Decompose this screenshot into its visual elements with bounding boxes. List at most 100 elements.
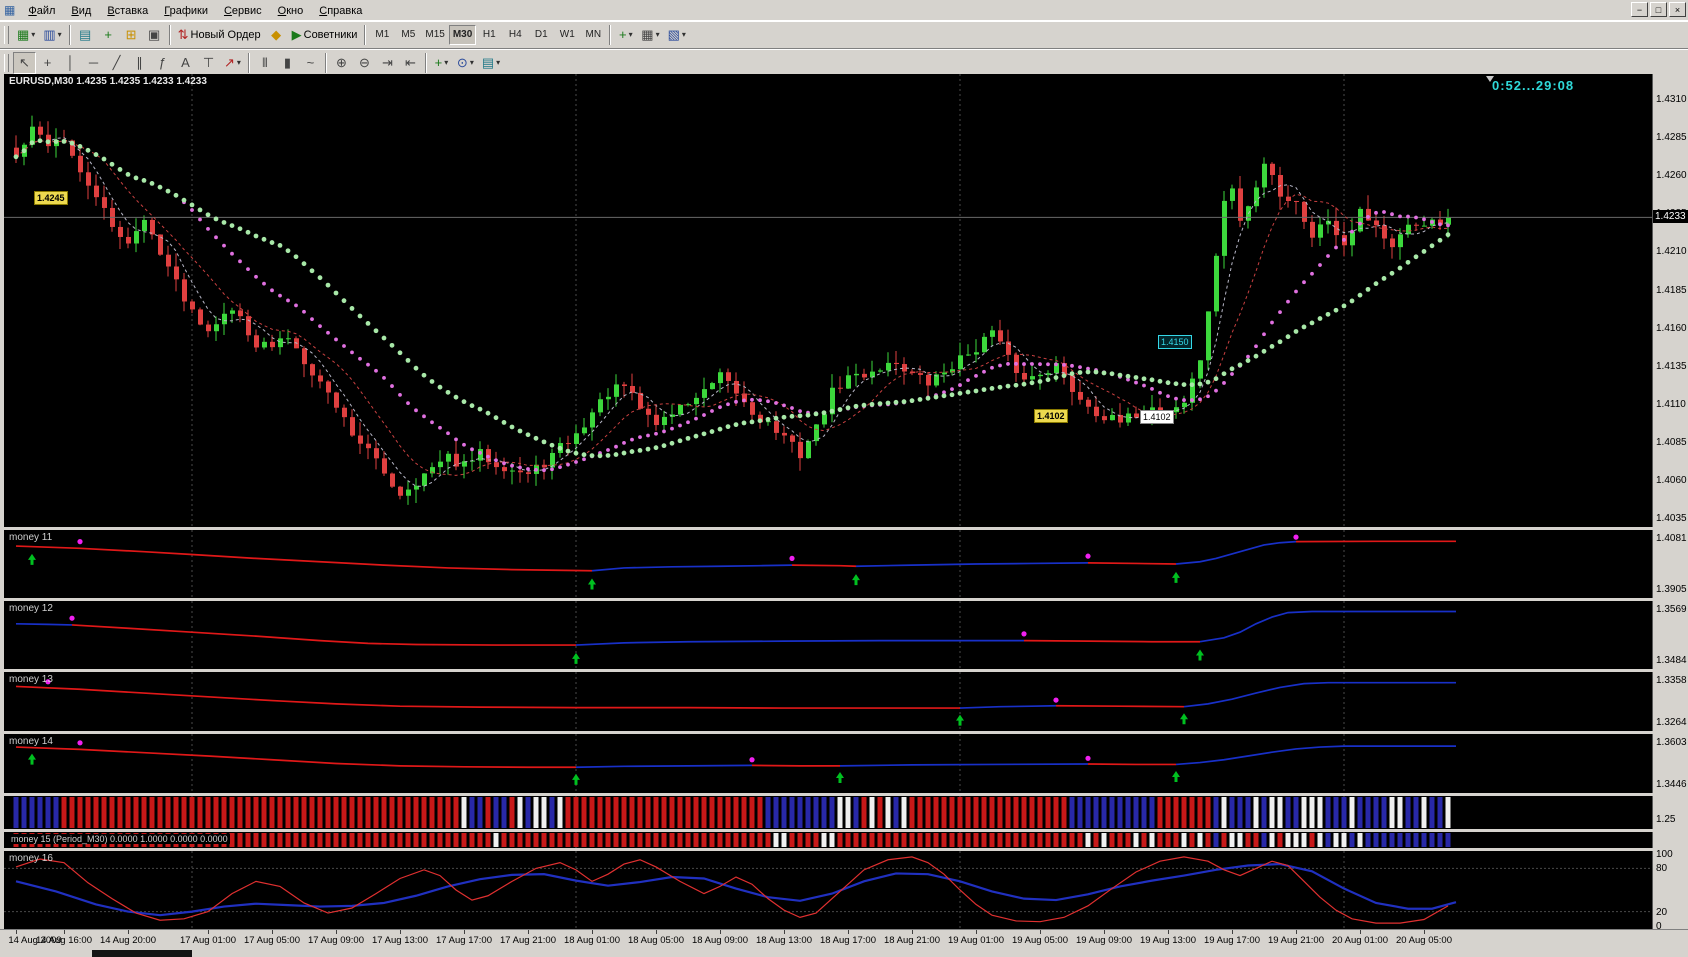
chart-pane-m13[interactable]	[4, 672, 1653, 731]
period-list-icon: ⊙	[457, 56, 468, 69]
chart-shift-icon: ⇤	[405, 56, 416, 69]
chart-pane-m11[interactable]	[4, 530, 1653, 598]
time-tick	[336, 930, 337, 934]
zoom-out-button[interactable]: ⊖	[353, 52, 376, 74]
time-axis-label: 14 Aug 20:00	[95, 935, 161, 946]
time-axis-label: 18 Aug 13:00	[751, 935, 817, 946]
terminal-button[interactable]: ▣	[143, 24, 166, 46]
timeframe-button-M30[interactable]: M30	[449, 25, 476, 45]
time-tick	[1104, 930, 1105, 934]
cursor-button[interactable]: ↖	[13, 52, 36, 74]
menu-items: ФайлВидВставкаГрафикиСервисОкноСправка	[20, 1, 370, 19]
order-level-tag[interactable]: 1.4245	[34, 191, 68, 205]
chart-tab[interactable]	[92, 950, 192, 957]
text-label-button[interactable]: ⊤	[197, 52, 220, 74]
zoom-in-button[interactable]: ⊕	[330, 52, 353, 74]
horizontal-line-button[interactable]: ─	[82, 52, 105, 74]
menu-item[interactable]: Графики	[156, 3, 216, 19]
time-axis: 14 Aug 200914 Aug 16:0014 Aug 20:0017 Au…	[0, 929, 1688, 951]
indicator-list-icon: +	[435, 56, 443, 69]
timeframe-button-M1[interactable]: M1	[369, 25, 395, 45]
price-label-tag[interactable]: 1.4102	[1140, 410, 1174, 424]
close-button[interactable]: ×	[1669, 2, 1686, 17]
zoom-in-icon: ⊕	[336, 56, 347, 69]
new-order-button[interactable]: ⇅ Новый Ордер	[174, 24, 265, 46]
menu-item[interactable]: Сервис	[216, 3, 270, 19]
indicators-button[interactable]: + ▾	[614, 24, 637, 46]
chart-pane-m14[interactable]	[4, 734, 1653, 793]
experts-button[interactable]: ▶ Советники	[288, 24, 362, 46]
time-axis-label: 19 Aug 13:00	[1135, 935, 1201, 946]
price-axis-label: 1.4310	[1656, 94, 1688, 105]
timeframe-button-M5[interactable]: M5	[395, 25, 421, 45]
candlestick-chart-button[interactable]: ▮	[276, 52, 299, 74]
new-chart-icon: ▦	[17, 28, 29, 41]
period-list-button[interactable]: ⊙ ▾	[453, 52, 478, 74]
arrows-button[interactable]: ↗ ▾	[220, 52, 245, 74]
time-tick	[16, 930, 17, 934]
timeframe-button-W1[interactable]: W1	[554, 25, 580, 45]
indicator-axis-label: 1.3569	[1656, 604, 1688, 615]
template-list-button[interactable]: ▤ ▾	[478, 52, 504, 74]
line-chart-button[interactable]: ~	[299, 52, 322, 74]
toolbar-grip[interactable]	[4, 54, 9, 72]
indicator-list-button[interactable]: + ▾	[430, 52, 453, 74]
cursor-icon: ↖	[19, 56, 30, 69]
data-window-button[interactable]: +	[97, 24, 120, 46]
time-axis-label: 17 Aug 09:00	[303, 935, 369, 946]
new-chart-button[interactable]: ▦ ▾	[13, 24, 39, 46]
indicator-axis-label: 1.3603	[1656, 737, 1688, 748]
candlestick-chart-icon: ▮	[284, 56, 291, 69]
time-tick	[1232, 930, 1233, 934]
time-axis-label: 17 Aug 01:00	[175, 935, 241, 946]
bar-chart-icon: |||	[262, 58, 267, 68]
window-controls: − □ ×	[1631, 2, 1686, 17]
toolbar-separator	[364, 25, 366, 45]
chart-pane-m12[interactable]	[4, 601, 1653, 669]
timeframe-button-H1[interactable]: H1	[476, 25, 502, 45]
timeframe-button-MN[interactable]: MN	[580, 25, 606, 45]
chart-canvas-m11	[4, 530, 1652, 598]
alert-level-tag[interactable]: 1.4150	[1158, 335, 1192, 349]
chart-pane-main[interactable]	[4, 74, 1653, 527]
templates-button[interactable]: ▧ ▾	[664, 24, 690, 46]
price-axis-label: 1.4035	[1656, 513, 1688, 524]
timeframe-button-M15[interactable]: M15	[421, 25, 448, 45]
periods-button[interactable]: ▦ ▾	[637, 24, 663, 46]
auto-scroll-button[interactable]: ⇥	[376, 52, 399, 74]
chart-pane-m15b[interactable]	[4, 832, 1653, 848]
menu-bar: ▦ ФайлВидВставкаГрафикиСервисОкноСправка…	[0, 0, 1688, 21]
chart-pane-m16[interactable]	[4, 851, 1653, 929]
chart-workspace: 1.43101.42851.42601.42351.42101.41851.41…	[0, 74, 1688, 957]
time-axis-label: 19 Aug 01:00	[943, 935, 1009, 946]
experts-label: Советники	[304, 29, 358, 41]
bar-chart-button[interactable]: |||	[253, 52, 276, 74]
menu-item[interactable]: Справка	[311, 3, 370, 19]
trendline-button[interactable]: ╱	[105, 52, 128, 74]
chart-pane-m15a[interactable]	[4, 796, 1653, 829]
toolbar-grip[interactable]	[4, 26, 9, 44]
chevron-down-icon: ▾	[31, 30, 35, 39]
metaeditor-button[interactable]: ◆	[265, 24, 288, 46]
profiles-button[interactable]: ▥ ▾	[39, 24, 65, 46]
timeframe-button-H4[interactable]: H4	[502, 25, 528, 45]
menu-item[interactable]: Окно	[270, 3, 312, 19]
minimize-button[interactable]: −	[1631, 2, 1648, 17]
mt4-window: ▦ ФайлВидВставкаГрафикиСервисОкноСправка…	[0, 0, 1688, 957]
text-button[interactable]: A	[174, 52, 197, 74]
market-watch-button[interactable]: ▤	[74, 24, 97, 46]
new-order-label: Новый Ордер	[191, 29, 261, 41]
equidistant-channel-button[interactable]: ∥	[128, 52, 151, 74]
timeframe-button-D1[interactable]: D1	[528, 25, 554, 45]
fibonacci-button[interactable]: ƒ	[151, 52, 174, 74]
maximize-button[interactable]: □	[1650, 2, 1667, 17]
menu-item[interactable]: Вставка	[99, 3, 156, 19]
vertical-line-button[interactable]: │	[59, 52, 82, 74]
crosshair-button[interactable]: +	[36, 52, 59, 74]
price-level-tag[interactable]: 1.4102	[1034, 409, 1068, 423]
menu-item[interactable]: Файл	[20, 3, 63, 19]
menu-item[interactable]: Вид	[63, 3, 99, 19]
chart-shift-button[interactable]: ⇤	[399, 52, 422, 74]
chart-canvas-m14	[4, 734, 1652, 793]
navigator-button[interactable]: ⊞	[120, 24, 143, 46]
